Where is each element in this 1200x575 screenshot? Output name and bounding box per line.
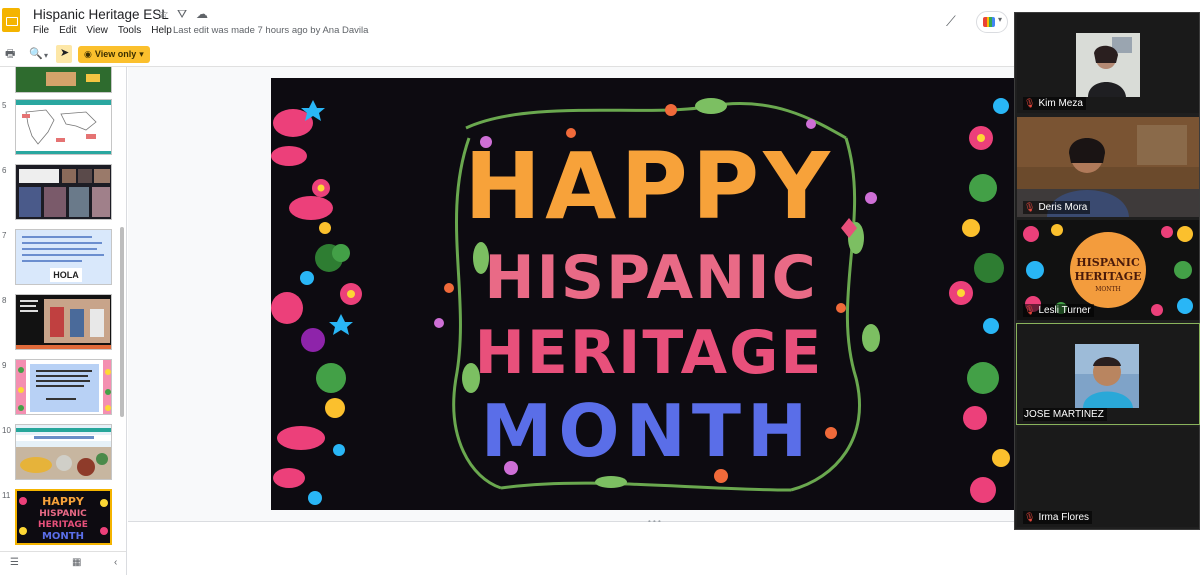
chevron-down-icon: ▾ bbox=[998, 15, 1003, 24]
participant-video-graphic bbox=[1076, 33, 1140, 97]
current-slide-thumbnail-graphic: HAPPY HISPANIC HERITAGE MONTH bbox=[19, 495, 108, 542]
slides-logo-icon[interactable] bbox=[2, 8, 20, 32]
slide-line-hispanic: HISPANIC bbox=[484, 243, 817, 313]
filmstrip-footer: ☰ ▦ ‹ bbox=[0, 551, 126, 575]
toolbar: 🖶 🔍 ▾ ➤ ◉ View only ▾ bbox=[0, 42, 1020, 66]
current-slide[interactable]: HAPPY HISPANIC HERITAGE MONTH bbox=[271, 78, 1020, 510]
svg-text:MONTH: MONTH bbox=[42, 531, 84, 542]
participant-tile[interactable]: 🎙 Irma Flores bbox=[1017, 427, 1199, 527]
menu-edit[interactable]: Edit bbox=[59, 25, 76, 39]
participant-name-label: 🎙 Lesli Turner bbox=[1023, 304, 1094, 317]
svg-text:HAPPY: HAPPY bbox=[42, 495, 85, 508]
document-title[interactable]: Hispanic Heritage ESL bbox=[33, 7, 169, 22]
mic-muted-icon: 🎙 bbox=[1024, 202, 1036, 212]
menu-bar: File Edit View Tools Help bbox=[33, 25, 182, 39]
slide-line-month: MONTH bbox=[481, 389, 813, 473]
menu-help[interactable]: Help bbox=[151, 25, 172, 39]
mic-muted-icon: 🎙 bbox=[1024, 305, 1036, 315]
participant-video-graphic bbox=[1075, 344, 1139, 408]
slide-thumbnail[interactable] bbox=[15, 424, 112, 480]
filmstrip-scrollbar[interactable] bbox=[120, 227, 124, 417]
star-icon[interactable]: ☆ bbox=[158, 7, 169, 21]
participant-name-label: JOSE MARTINEZ bbox=[1023, 408, 1107, 421]
slide-number: 9 bbox=[2, 361, 7, 370]
slide-filmstrip[interactable]: 5 6 7 HOLA 8 9 10 11 HAPPY HISPANIC HERI… bbox=[0, 67, 127, 575]
last-edit-link[interactable]: Last edit was made 7 hours ago by Ana Da… bbox=[173, 25, 368, 36]
view-only-button[interactable]: ◉ View only ▾ bbox=[78, 46, 150, 63]
participant-video bbox=[1075, 344, 1139, 408]
slide-thumbnail-current[interactable]: HAPPY HISPANIC HERITAGE MONTH bbox=[15, 489, 112, 545]
quote-thumbnail-graphic bbox=[16, 360, 111, 414]
badge-line-1: HISPANIC bbox=[1076, 256, 1140, 269]
slide-number: 8 bbox=[2, 296, 7, 305]
slide-thumbnail[interactable]: HOLA bbox=[15, 229, 112, 285]
slide-canvas: HAPPY HISPANIC HERITAGE MONTH • • • ➤ bbox=[128, 67, 1032, 575]
dark-thumbnail-graphic bbox=[16, 299, 111, 349]
meet-camera-icon bbox=[983, 17, 995, 27]
participant-tile[interactable]: 🎙 Deris Mora bbox=[1017, 117, 1199, 217]
badge-line-2: HERITAGE bbox=[1075, 270, 1142, 283]
zoom-icon[interactable]: 🔍 bbox=[29, 47, 43, 61]
slide-number: 5 bbox=[2, 101, 7, 110]
select-cursor-icon[interactable]: ➤ bbox=[56, 45, 72, 63]
view-only-label: View only bbox=[94, 49, 137, 59]
activity-dashboard-icon[interactable]: ⟋ bbox=[946, 13, 956, 30]
menu-file[interactable]: File bbox=[33, 25, 49, 39]
hispanic-heritage-slide-graphic: HAPPY HISPANIC HERITAGE MONTH bbox=[271, 78, 1020, 510]
speaker-notes-area[interactable] bbox=[128, 522, 1020, 575]
collapse-filmstrip-icon[interactable]: ‹ bbox=[114, 557, 117, 568]
grid-view-icon[interactable]: ▦ bbox=[72, 557, 81, 568]
filmstrip-view-icon[interactable]: ☰ bbox=[10, 557, 19, 568]
slide-thumbnail[interactable] bbox=[15, 164, 112, 220]
slide-thumbnail[interactable] bbox=[15, 99, 112, 155]
print-icon[interactable]: 🖶 bbox=[5, 47, 15, 61]
participant-tile[interactable]: 🎙 Kim Meza bbox=[1017, 13, 1199, 113]
hola-thumb-text: HOLA bbox=[53, 270, 79, 280]
participant-video bbox=[1076, 33, 1140, 97]
svg-text:HERITAGE: HERITAGE bbox=[38, 520, 88, 530]
photos-thumbnail-graphic bbox=[19, 169, 110, 217]
slide-thumbnail[interactable] bbox=[15, 67, 112, 93]
menu-tools[interactable]: Tools bbox=[118, 25, 141, 39]
video-call-panel: 🎙 Kim Meza 🎙 Deris Mora HISPANIC HERITAG… bbox=[1014, 12, 1200, 530]
eye-icon: ◉ bbox=[84, 49, 92, 59]
badge-line-3: MONTH bbox=[1095, 286, 1121, 293]
mic-muted-icon: 🎙 bbox=[1024, 512, 1036, 522]
participant-name-label: 🎙 Irma Flores bbox=[1023, 511, 1092, 524]
mic-muted-icon: 🎙 bbox=[1024, 98, 1036, 108]
slide-number: 6 bbox=[2, 166, 7, 175]
hola-thumbnail-graphic: HOLA bbox=[22, 236, 104, 282]
move-to-drive-icon[interactable]: ⛛ bbox=[177, 7, 187, 21]
zoom-dropdown-icon[interactable]: ▾ bbox=[44, 49, 48, 63]
slide-number: 11 bbox=[2, 491, 11, 500]
slide-thumbnail[interactable] bbox=[15, 294, 112, 350]
participant-tile-active-speaker[interactable]: JOSE MARTINEZ bbox=[1016, 323, 1200, 425]
food-thumbnail-graphic bbox=[16, 428, 111, 479]
chevron-down-icon: ▾ bbox=[139, 49, 144, 59]
participant-tile[interactable]: HISPANIC HERITAGE MONTH 🎙 Lesli Turner bbox=[1017, 220, 1199, 320]
slide-thumbnail[interactable] bbox=[15, 359, 112, 415]
google-slides-window: Hispanic Heritage ESL ☆ ⛛ ☁ File Edit Vi… bbox=[0, 0, 1200, 575]
svg-text:HISPANIC: HISPANIC bbox=[39, 509, 87, 519]
slide-line-heritage: HERITAGE bbox=[475, 318, 824, 388]
participant-name-label: 🎙 Deris Mora bbox=[1023, 201, 1091, 214]
slide-line-happy: HAPPY bbox=[464, 133, 834, 240]
slide-number: 7 bbox=[2, 231, 7, 240]
participant-name-label: 🎙 Kim Meza bbox=[1023, 97, 1086, 110]
menu-view[interactable]: View bbox=[86, 25, 108, 39]
map-thumbnail-graphic bbox=[16, 100, 111, 154]
cloud-saved-icon[interactable]: ☁ bbox=[196, 7, 208, 21]
meet-call-button[interactable]: ▾ bbox=[976, 11, 1008, 33]
slide-number: 10 bbox=[2, 426, 11, 435]
